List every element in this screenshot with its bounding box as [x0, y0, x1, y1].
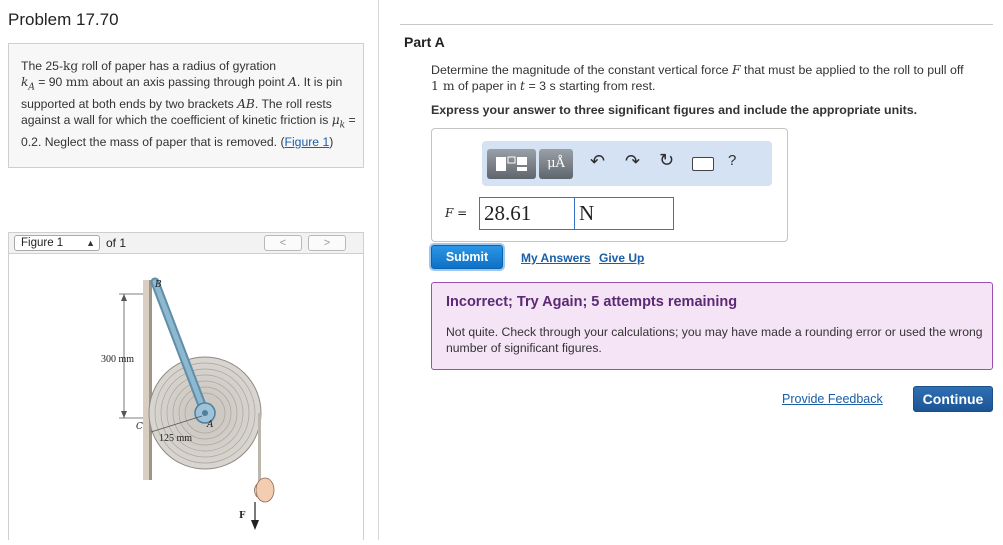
hand-icon	[254, 477, 275, 503]
provide-feedback-link[interactable]: Provide Feedback	[782, 392, 883, 406]
give-up-link[interactable]: Give Up	[599, 251, 644, 265]
answer-label: F =	[445, 206, 468, 220]
reset-icon[interactable]: ↻	[659, 150, 674, 171]
question-part: = 3 s starting from rest.	[525, 79, 656, 93]
label-c: C	[136, 422, 143, 432]
problem-text-part: roll of paper has a radius of gyration	[78, 59, 277, 73]
dimension-300-label: 300 mm	[101, 354, 134, 365]
dimension-125-label: 125 mm	[159, 433, 192, 444]
problem-text-part: about an axis passing through point	[88, 75, 289, 90]
paper-roll-diagram: B C A F 300 mm 125 mm	[101, 277, 275, 530]
my-answers-link[interactable]: My Answers	[521, 251, 591, 265]
quantity-1m: 1 m	[431, 78, 455, 93]
wall-edge	[149, 280, 152, 480]
dimension-arrow	[121, 294, 127, 301]
submit-button[interactable]: Submit	[431, 245, 503, 269]
figure-navigation-bar: Figure 1 ▲ of 1 < >	[8, 232, 364, 254]
figure-link[interactable]: Figure 1	[285, 135, 330, 149]
units-button[interactable]: μÅ	[539, 149, 573, 179]
column-divider	[378, 0, 379, 540]
next-figure-button[interactable]: >	[308, 235, 346, 251]
help-icon[interactable]: ?	[728, 152, 736, 169]
feedback-box: Incorrect; Try Again; 5 attempts remaini…	[431, 282, 993, 370]
part-title: Part A	[404, 34, 445, 50]
symbol-f: F	[731, 62, 741, 77]
symbol-a: A	[288, 75, 297, 90]
problem-text-part: )	[329, 135, 334, 150]
problem-statement: The 25-kg roll of paper has a radius of …	[21, 58, 356, 150]
answer-value-input[interactable]: 28.61	[479, 197, 575, 230]
label-b: B	[154, 280, 162, 290]
question-part: Determine the magnitude of the constant …	[431, 63, 732, 77]
symbol-ab: AB	[237, 97, 255, 112]
question-text: Determine the magnitude of the constant …	[431, 62, 999, 94]
figure-panel: B C A F 300 mm 125 mm	[8, 254, 364, 540]
paper-strip	[258, 413, 261, 488]
answer-instruction: Express your answer to three significant…	[431, 103, 918, 117]
feedback-message: Not quite. Check through your calculatio…	[446, 325, 983, 355]
continue-button[interactable]: Continue	[913, 386, 993, 412]
keyboard-icon[interactable]	[692, 157, 714, 171]
unit-mm: mm	[65, 75, 89, 90]
question-part: of paper in	[454, 79, 521, 93]
question-part: that must be applied to the roll to pull…	[740, 63, 964, 77]
figure-count: of 1	[106, 236, 127, 250]
answer-box: μÅ ↶ ↷ ↻ ? F = 28.61 N	[431, 128, 788, 242]
force-arrowhead	[251, 520, 259, 530]
problem-statement-box: The 25-kg roll of paper has a radius of …	[8, 43, 364, 168]
select-arrows-icon: ▲	[86, 238, 95, 248]
unit-kg: kg	[63, 59, 79, 73]
figure-select-value: Figure 1	[21, 237, 64, 249]
top-rule	[400, 24, 993, 25]
problem-text-part: = 90	[34, 75, 66, 90]
problem-text-part: The 25-	[21, 59, 64, 73]
feedback-title: Incorrect; Try Again; 5 attempts remaini…	[446, 294, 738, 310]
undo-icon[interactable]: ↶	[590, 151, 605, 172]
symbol-mu: μ	[331, 113, 340, 128]
label-f: F	[239, 511, 246, 521]
redo-icon[interactable]: ↷	[625, 151, 640, 172]
figure-select[interactable]: Figure 1 ▲	[14, 235, 100, 251]
label-a: A	[206, 420, 214, 430]
pin-a-center	[202, 410, 208, 416]
dimension-arrow	[121, 411, 127, 418]
math-toolbar: μÅ ↶ ↷ ↻ ?	[482, 141, 772, 186]
previous-figure-button[interactable]: <	[264, 235, 302, 251]
answer-unit-input[interactable]: N	[574, 197, 674, 230]
problem-title: Problem 17.70	[8, 10, 119, 29]
templates-button[interactable]	[487, 149, 536, 179]
templates-icon	[496, 156, 527, 171]
